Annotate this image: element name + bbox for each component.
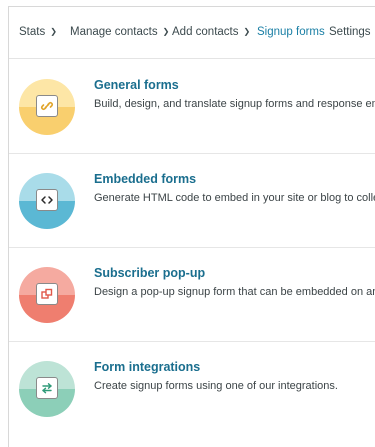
embedded-forms-title[interactable]: Embedded forms bbox=[94, 172, 196, 186]
chevron-down-icon: ❯ bbox=[50, 27, 57, 36]
subscriber-popup-badge[interactable] bbox=[19, 267, 75, 323]
top-nav: Stats ❯ Manage contacts ❯ Add contacts ❯ Si… bbox=[9, 7, 375, 59]
general-forms-description: Build, design, and translate signup form… bbox=[94, 98, 375, 110]
nav-manage-contacts-label: Manage contacts bbox=[70, 26, 158, 38]
code-icon bbox=[36, 189, 58, 211]
popup-icon bbox=[36, 283, 58, 305]
form-option-embedded: Embedded forms Generate HTML code to emb… bbox=[9, 154, 375, 248]
nav-add-contacts-label: Add contacts bbox=[172, 26, 239, 38]
nav-manage-contacts[interactable]: Manage contacts ❯ bbox=[70, 26, 169, 38]
form-integrations-description: Create signup forms using one of our int… bbox=[94, 380, 338, 392]
form-integrations-badge[interactable] bbox=[19, 361, 75, 417]
page-frame: Stats ❯ Manage contacts ❯ Add contacts ❯ Si… bbox=[8, 6, 375, 447]
nav-settings[interactable]: Settings❯ bbox=[329, 26, 375, 38]
form-integrations-title[interactable]: Form integrations bbox=[94, 360, 200, 374]
chevron-down-icon: ❯ bbox=[243, 27, 251, 36]
nav-signup-forms[interactable]: Signup forms bbox=[257, 26, 325, 38]
nav-add-contacts[interactable]: Add contacts ❯ bbox=[172, 26, 250, 38]
swap-arrows-icon bbox=[36, 377, 58, 399]
nav-stats-label: Stats bbox=[19, 26, 46, 38]
general-forms-badge[interactable] bbox=[19, 79, 75, 135]
general-forms-title[interactable]: General forms bbox=[94, 78, 179, 92]
form-option-general: General forms Build, design, and transla… bbox=[9, 60, 375, 154]
nav-signup-forms-label: Signup forms bbox=[257, 26, 325, 38]
subscriber-popup-title[interactable]: Subscriber pop-up bbox=[94, 266, 205, 280]
form-option-integrations: Form integrations Create signup forms us… bbox=[9, 342, 375, 436]
embedded-forms-description: Generate HTML code to embed in your site… bbox=[94, 192, 375, 204]
form-option-popup: Subscriber pop-up Design a pop-up signup… bbox=[9, 248, 375, 342]
nav-settings-label: Settings bbox=[329, 26, 371, 38]
link-icon bbox=[36, 95, 58, 117]
embedded-forms-badge[interactable] bbox=[19, 173, 75, 229]
chevron-down-icon: ❯ bbox=[162, 27, 170, 36]
nav-stats[interactable]: Stats ❯ bbox=[19, 26, 57, 38]
subscriber-popup-description: Design a pop-up signup form that can be … bbox=[94, 286, 375, 298]
